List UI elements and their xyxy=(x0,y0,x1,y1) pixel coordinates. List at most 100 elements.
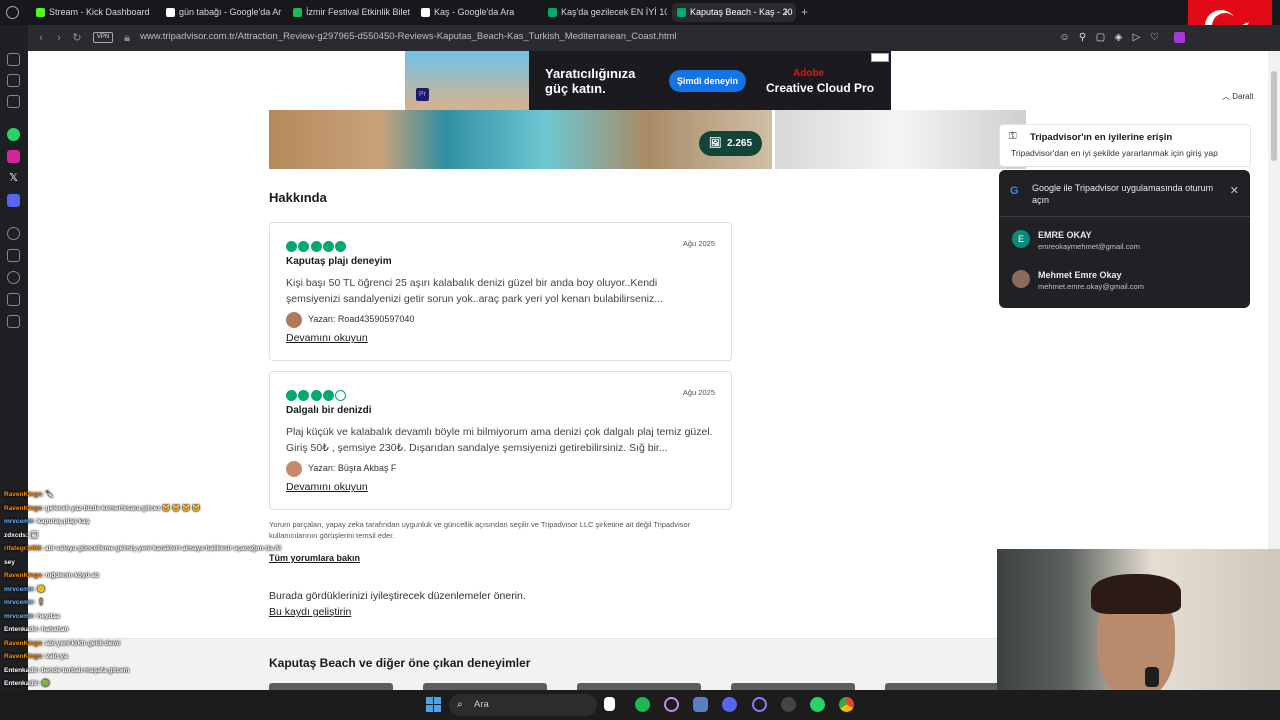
spotify-icon[interactable] xyxy=(635,697,650,712)
discord-icon[interactable] xyxy=(7,194,20,207)
tab-favicon-icon xyxy=(421,8,430,17)
photo-count-button[interactable]: 🖼︎ 2.265 xyxy=(699,131,762,156)
obs-icon[interactable] xyxy=(752,697,767,712)
collapse-button[interactable]: ︿ Daralt xyxy=(1222,91,1254,102)
pin-icon[interactable]: ⚲ xyxy=(1077,32,1088,43)
game-app-icon[interactable] xyxy=(781,697,796,712)
taskbar-search-label: Ara xyxy=(474,699,489,710)
tab-label: Kaputaş Beach - Kaş - 20 xyxy=(690,7,793,17)
screenshot-icon[interactable]: ▢ xyxy=(1095,32,1106,43)
review-author[interactable]: Yazan: Road43590597040 xyxy=(308,314,414,324)
sidebar-puzzle-icon[interactable] xyxy=(7,293,20,306)
rating-bubbles xyxy=(286,239,347,252)
scrollbar-thumb[interactable] xyxy=(1271,71,1277,161)
taskbar-search[interactable]: ⌕ Ara xyxy=(449,694,597,716)
tab-favicon-icon xyxy=(548,8,557,17)
read-more-link[interactable]: Devamını okuyun xyxy=(286,332,368,344)
sidebar-box-icon[interactable] xyxy=(7,95,20,108)
discord-taskbar-icon[interactable] xyxy=(722,697,737,712)
review-date: Ağu 2025 xyxy=(682,388,715,397)
experience-thumbnail[interactable] xyxy=(885,683,1009,690)
url-field[interactable]: www.tripadvisor.com.tr/Attraction_Review… xyxy=(140,31,677,42)
experiences-heading: Kaputaş Beach ve diğer öne çıkan deneyim… xyxy=(269,656,531,670)
ad-choices-icon[interactable] xyxy=(871,53,889,62)
rating-bubble xyxy=(335,241,347,252)
image-icon: 🖼︎ xyxy=(709,138,722,149)
tab-favicon-icon xyxy=(677,8,686,17)
whatsapp-taskbar-icon[interactable] xyxy=(810,697,825,712)
hero-photo[interactable]: 🖼︎ 2.265 xyxy=(269,110,772,169)
adobe-ad-banner[interactable]: Pr Yaratıcılığınıza güç katın. Şimdi den… xyxy=(405,51,891,110)
about-heading: Hakkında xyxy=(269,190,327,205)
chat-message: mrvcemir: heydaa xyxy=(0,610,300,624)
x-icon[interactable]: 𝕏 xyxy=(7,172,20,185)
vpn-badge[interactable]: VPN xyxy=(93,32,113,43)
chat-text: : 🟢 xyxy=(37,680,50,687)
chat-text: : 🧍 xyxy=(33,599,46,606)
app-icon[interactable] xyxy=(664,697,679,712)
signin-promo[interactable]: ⚿ Tripadvisor'ın en iyilerine erişin Tri… xyxy=(999,124,1251,167)
rating-bubble xyxy=(310,390,322,401)
sidebar-cube-icon[interactable] xyxy=(7,249,20,262)
tab-4[interactable]: Kaş - Google'da Ara xyxy=(416,3,538,22)
rating-bubble xyxy=(298,241,310,252)
windows-start-icon[interactable] xyxy=(426,697,441,712)
tab-2[interactable]: gün tabağı - Google'da Ar xyxy=(161,3,283,22)
windows-taskbar: ⌕ Ara xyxy=(0,690,1280,720)
back-icon[interactable]: ‹ xyxy=(34,31,48,45)
sidebar-settings-icon[interactable] xyxy=(7,315,20,328)
divider xyxy=(999,216,1250,217)
account-avatar xyxy=(1012,270,1030,288)
chrome-icon[interactable] xyxy=(839,697,854,712)
send-icon[interactable]: ▷ xyxy=(1131,32,1142,43)
tab-label: Kaş'da gezilecek EN İYİ 10 xyxy=(561,7,667,17)
sidebar-wallet-icon[interactable] xyxy=(7,53,20,66)
experience-thumbnail[interactable] xyxy=(577,683,701,690)
account-option[interactable]: Mehmet Emre Okay mehmet.emre.okay@gmail.… xyxy=(1012,266,1242,296)
emoji-icon[interactable]: ☺ xyxy=(1059,32,1070,43)
close-icon[interactable]: ✕ xyxy=(1230,184,1239,197)
sidebar-play-icon[interactable] xyxy=(7,227,20,240)
ad-cta-button[interactable]: Şimdi deneyin xyxy=(669,70,746,92)
chat-message: sey xyxy=(0,556,300,570)
tab-close-icon[interactable]: ✕ xyxy=(783,3,791,22)
tab-3[interactable]: İzmir Festival Etkinlik Bilet xyxy=(288,3,410,22)
tab-6[interactable]: Kaputaş Beach - Kaş - 20 ✕ xyxy=(672,3,796,22)
new-tab-button[interactable]: + xyxy=(801,4,813,20)
chat-username: Entenkadir xyxy=(4,666,38,674)
browser-logo-icon[interactable] xyxy=(6,6,19,19)
heart-icon[interactable]: ♡ xyxy=(1149,32,1160,43)
tab-label: Kaş - Google'da Ara xyxy=(434,7,515,17)
files-app-icon[interactable] xyxy=(604,697,615,711)
chat-username: mrvcemir xyxy=(4,585,34,593)
instagram-icon[interactable] xyxy=(7,150,20,163)
chat-username: Entenkadir xyxy=(4,626,38,633)
chat-username: mrvcemir xyxy=(4,518,34,525)
cube-icon[interactable]: ◈ xyxy=(1113,32,1124,43)
experience-thumbnail[interactable] xyxy=(731,683,855,690)
tab-1[interactable]: Stream - Kick Dashboard xyxy=(31,3,156,22)
forward-icon[interactable]: › xyxy=(52,31,66,45)
whatsapp-icon[interactable] xyxy=(7,128,20,141)
review-author[interactable]: Yazan: Büşra Akbaş F xyxy=(308,463,396,473)
sidebar-clock-icon[interactable] xyxy=(7,271,20,284)
tab-5[interactable]: Kaş'da gezilecek EN İYİ 10 xyxy=(543,3,667,22)
review-title[interactable]: Dalgalı bir denizdi xyxy=(286,405,372,416)
chat-text: : valo ya xyxy=(41,653,68,660)
chat-text: : niğdenin köyü ab xyxy=(41,572,99,579)
rating-bubble xyxy=(322,390,334,401)
rating-bubbles xyxy=(286,388,347,401)
review-title[interactable]: Kaputaş plajı deneyim xyxy=(286,256,392,267)
avatar[interactable] xyxy=(286,461,302,477)
account-option[interactable]: E EMRE OKAY emreokaymehmet@gmail.com xyxy=(1012,226,1242,256)
sidebar-flow-icon[interactable] xyxy=(7,74,20,87)
extension-icon[interactable] xyxy=(1174,32,1185,43)
experience-thumbnail[interactable] xyxy=(423,683,547,690)
chat-message: RavenKings: niğdenin köyü ab xyxy=(0,569,300,583)
settings-app-icon[interactable] xyxy=(693,697,708,712)
hero-photo-secondary[interactable] xyxy=(775,110,1026,169)
reload-icon[interactable]: ↻ xyxy=(70,31,84,45)
lock-icon[interactable]: 🔒︎ xyxy=(120,31,134,45)
account-name: Mehmet Emre Okay xyxy=(1038,270,1122,280)
avatar[interactable] xyxy=(286,312,302,328)
